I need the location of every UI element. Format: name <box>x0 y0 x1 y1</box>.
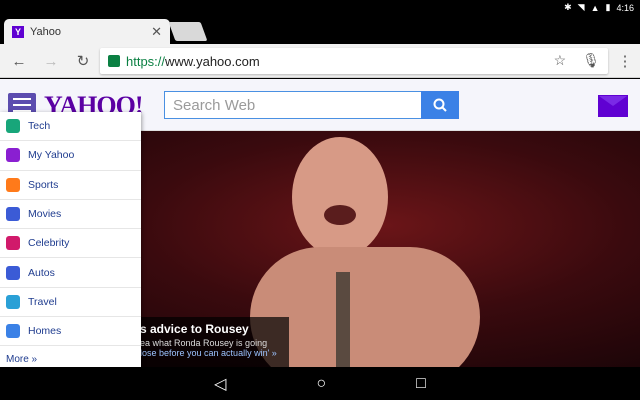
wifi-icon: ◥ <box>577 2 585 12</box>
menu-item-autos[interactable]: Autos <box>0 258 141 288</box>
bookmark-star-icon[interactable]: ☆ <box>554 52 567 69</box>
microphone-icon[interactable]: 🎙 <box>582 52 600 69</box>
tab-strip: Y Yahoo ✕ <box>0 16 640 44</box>
new-tab-button[interactable] <box>168 22 208 41</box>
menu-item-label: Travel <box>28 295 57 308</box>
tab-yahoo[interactable]: Y Yahoo ✕ <box>4 19 170 44</box>
autos-icon <box>6 265 20 280</box>
mail-icon[interactable] <box>598 95 628 117</box>
battery-icon: ▮ <box>605 2 611 12</box>
menu-item-label: Homes <box>28 325 62 338</box>
menu-item-label: Autos <box>28 266 55 279</box>
menu-item-sports[interactable]: Sports <box>0 171 141 200</box>
search-button[interactable] <box>421 91 459 119</box>
hero-caption[interactable]: s advice to Rousey ea what Ronda Rousey … <box>134 317 289 367</box>
more-link[interactable]: More » <box>6 354 37 365</box>
home-nav-icon[interactable]: ○ <box>316 375 326 393</box>
address-bar[interactable]: https:// www.yahoo.com ☆ 🎙 <box>100 48 608 74</box>
celebrity-icon <box>6 236 20 251</box>
status-icons: ✱ ◥ ▲ ▮ 4:16 <box>564 2 634 13</box>
tech-icon <box>6 119 20 134</box>
tab-title: Yahoo <box>30 25 61 38</box>
recents-nav-icon[interactable]: □ <box>416 375 426 393</box>
menu-item-label: My Yahoo <box>28 149 75 162</box>
sports-icon <box>6 177 20 192</box>
nav-dropdown-menu: Tech My Yahoo Sports Movies Celebrity Autos Tr… <box>0 112 141 367</box>
android-nav-bar: ◁ ○ □ <box>0 367 640 400</box>
reload-icon[interactable]: ↻ <box>74 52 92 70</box>
menu-list: Tech My Yahoo Sports Movies Celebrity Autos Tr… <box>0 112 141 347</box>
url-scheme: https:// <box>126 53 166 69</box>
search-icon <box>433 98 447 112</box>
yahoo-favicon-icon: Y <box>12 25 24 38</box>
menu-item-label: Tech <box>28 120 51 133</box>
movies-icon <box>6 207 20 222</box>
menu-item-movies[interactable]: Movies <box>0 200 141 230</box>
menu-item-label: Movies <box>28 208 62 221</box>
browser-toolbar: ← → ↻ https:// www.yahoo.com ☆ 🎙 ⋮ <box>0 44 640 78</box>
web-page: YAHOO! Search Web s advice to Rousey ea … <box>0 79 640 367</box>
overflow-menu-icon[interactable]: ⋮ <box>616 52 634 70</box>
omnibox-actions: ☆ 🎙 <box>554 52 600 69</box>
menu-item-travel[interactable]: Travel <box>0 288 141 318</box>
lock-icon <box>108 55 120 67</box>
search-input[interactable]: Search Web <box>164 91 422 119</box>
menu-item-homes[interactable]: Homes <box>0 317 141 347</box>
menu-item-tech[interactable]: Tech <box>0 112 141 142</box>
hero-headline: s advice to Rousey <box>140 322 249 336</box>
back-nav-icon[interactable]: ◁ <box>214 374 226 394</box>
back-icon[interactable]: ← <box>10 52 28 70</box>
url-host: www.yahoo.com <box>165 53 260 69</box>
bluetooth-icon: ✱ <box>564 2 572 12</box>
homes-icon <box>6 324 20 339</box>
menu-item-celebrity[interactable]: Celebrity <box>0 229 141 259</box>
my-yahoo-icon <box>6 148 20 163</box>
close-tab-icon[interactable]: ✕ <box>151 24 162 40</box>
menu-item-my-yahoo[interactable]: My Yahoo <box>0 141 141 171</box>
menu-item-label: Sports <box>28 178 59 191</box>
hero-subtext-link[interactable]: lose before you can actually win' » <box>140 348 283 358</box>
hero-subtext: ea what Ronda Rousey is going <box>140 338 268 348</box>
forward-icon[interactable]: → <box>42 52 60 70</box>
clock: 4:16 <box>616 2 634 13</box>
travel-icon <box>6 294 20 309</box>
status-bar: ✱ ◥ ▲ ▮ 4:16 <box>0 0 640 16</box>
menu-item-label: Celebrity <box>28 237 70 250</box>
signal-icon: ▲ <box>590 2 600 13</box>
